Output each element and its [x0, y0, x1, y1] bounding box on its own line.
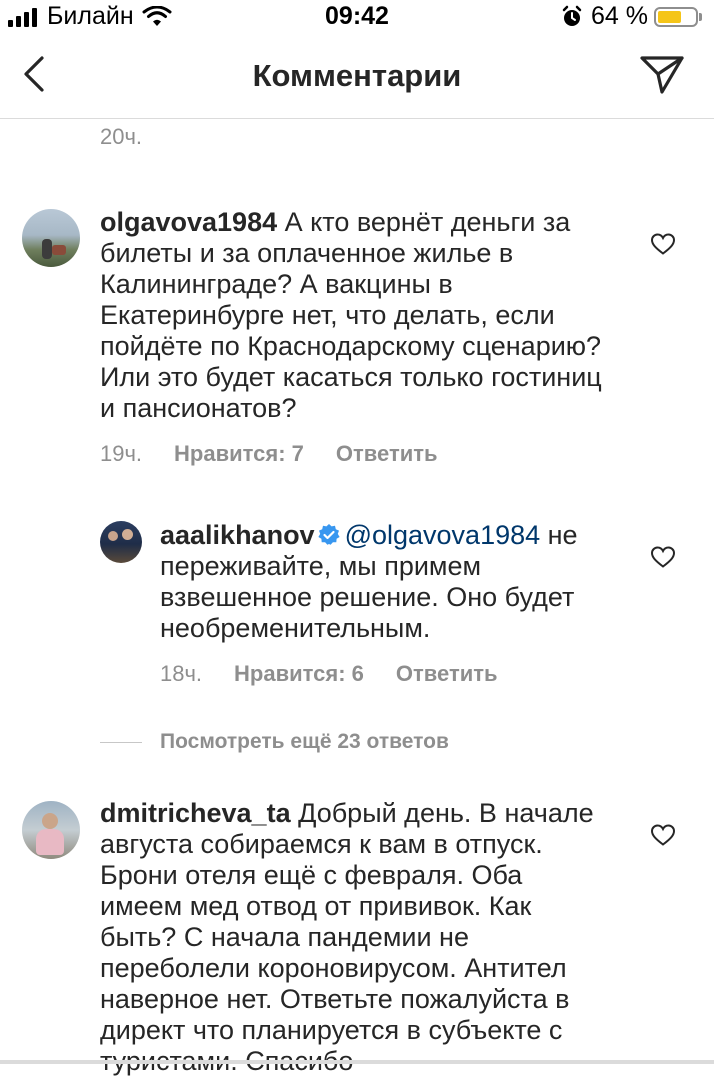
heart-outline-icon[interactable]	[650, 823, 676, 847]
comment-body: aaalikhanov @olgavova1984 не переживайте…	[160, 520, 610, 644]
verified-badge-icon	[317, 524, 340, 545]
comment-time: 19ч.	[100, 441, 143, 466]
previous-comment-time: 20ч.	[100, 124, 143, 149]
comment-body: olgavova1984 А кто вернёт деньги за биле…	[100, 207, 610, 424]
battery-icon	[654, 6, 698, 27]
comment-username[interactable]: aaalikhanov	[160, 520, 315, 550]
view-more-divider	[100, 741, 142, 743]
view-more-label[interactable]: Посмотреть ещё 23 ответов	[160, 730, 449, 754]
avatar[interactable]	[22, 801, 80, 859]
like-count[interactable]: Нравится: 6	[234, 661, 364, 687]
comment-meta: 18ч. Нравится: 6 Ответить	[160, 661, 530, 687]
comment-body: dmitricheva_ta Добрый день. В начале авг…	[100, 798, 610, 1077]
heart-outline-icon[interactable]	[650, 545, 676, 569]
battery-cap	[699, 12, 702, 21]
alarm-clock-icon	[562, 5, 582, 26]
reply-button[interactable]: Ответить	[336, 441, 438, 467]
avatar[interactable]	[22, 209, 80, 267]
header: Комментарии	[0, 30, 714, 119]
view-more-replies[interactable]: Посмотреть ещё 23 ответов	[100, 730, 449, 754]
battery-level	[658, 10, 682, 23]
comment-text: А кто вернёт деньги за билеты и за оплач…	[100, 207, 602, 423]
comment-username[interactable]: dmitricheva_ta	[100, 798, 291, 828]
bottom-divider	[0, 1060, 714, 1064]
avatar[interactable]	[100, 521, 142, 563]
battery-percent: 64 %	[591, 2, 648, 30]
mention-link[interactable]: @olgavova1984	[345, 520, 541, 550]
comment-meta: 19ч. Нравится: 7 Ответить	[100, 441, 470, 467]
paper-plane-icon[interactable]	[638, 52, 686, 96]
status-right: 64 %	[561, 2, 702, 31]
comment-time: 18ч.	[160, 661, 203, 686]
comment-username[interactable]: olgavova1984	[100, 207, 277, 237]
comment-text: Добрый день. В начале августа собираемся…	[100, 798, 594, 1076]
page-title: Комментарии	[252, 58, 462, 93]
like-count[interactable]: Нравится: 7	[174, 441, 304, 467]
reply-button[interactable]: Ответить	[396, 661, 498, 687]
heart-outline-icon[interactable]	[650, 232, 676, 256]
status-bar: Билайн 09:42 64 %	[0, 0, 714, 30]
